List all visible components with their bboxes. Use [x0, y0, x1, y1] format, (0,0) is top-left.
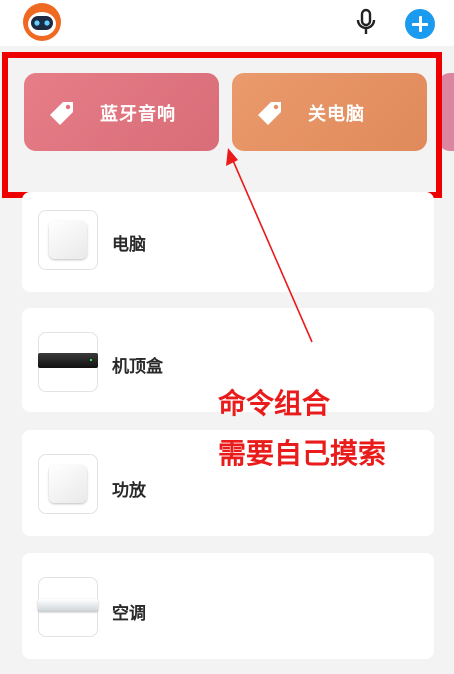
microphone-icon[interactable] — [354, 8, 378, 36]
device-name: 机顶盒 — [112, 357, 163, 377]
device-card-air-conditioner[interactable]: 空调 — [22, 553, 434, 659]
white-box-icon — [38, 210, 98, 270]
set-top-box-icon — [38, 332, 98, 392]
device-name: 空调 — [112, 604, 146, 624]
plus-circle-icon[interactable] — [405, 9, 435, 39]
white-box-icon — [38, 454, 98, 514]
robot-icon[interactable] — [20, 2, 64, 42]
annotation-highlight-box — [2, 52, 442, 198]
device-name: 电脑 — [112, 235, 146, 255]
device-card-computer[interactable]: 电脑 — [22, 192, 434, 292]
annotation-text-line2: 需要自己摸索 — [218, 437, 387, 470]
annotation-text-line1: 命令组合 — [218, 387, 331, 420]
air-conditioner-icon — [38, 577, 98, 637]
device-name: 功放 — [112, 481, 146, 501]
top-bar — [0, 0, 454, 46]
